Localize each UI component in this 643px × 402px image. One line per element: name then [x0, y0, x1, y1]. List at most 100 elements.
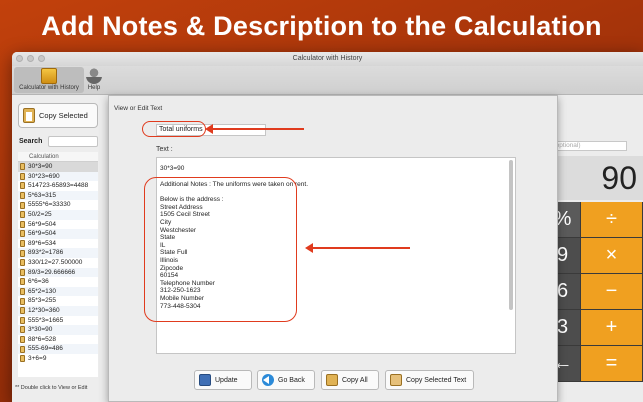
sheet-actions: Update Go Back Copy All Copy Selected Te… [109, 370, 559, 390]
key-plus[interactable]: + [581, 310, 643, 346]
history-row-label: 30*23=690 [28, 172, 60, 180]
clipboard-icon [20, 230, 25, 238]
clipboard-icon [23, 108, 35, 123]
window-controls [16, 55, 45, 62]
history-row-label: 5*63=315 [28, 191, 57, 199]
history-row[interactable]: 5*63=315 [18, 190, 98, 201]
history-row-label: 555-69=486 [28, 345, 63, 353]
zoom-window-button[interactable] [38, 55, 45, 62]
clipboard-icon [20, 211, 25, 219]
sheet-title: View or Edit Text [114, 105, 163, 112]
update-button[interactable]: Update [194, 370, 252, 390]
history-row[interactable]: 89*6=534 [18, 239, 98, 249]
history-row-label: 85*3=255 [28, 297, 57, 305]
history-row[interactable]: 3+6=9 [18, 354, 98, 364]
history-row[interactable]: 555-69=486 [18, 344, 98, 354]
history-row[interactable]: 514723-65893=4488 [18, 181, 98, 191]
history-row[interactable]: 85*3=255 [18, 296, 98, 306]
history-row[interactable]: 12*30=360 [18, 305, 98, 316]
clipboard-icon [20, 220, 25, 228]
history-row-label: 6*6=36 [28, 278, 49, 286]
search-label: Search [19, 138, 43, 145]
history-row[interactable]: 5555*6=33330 [18, 200, 98, 210]
key-minus[interactable]: − [581, 274, 643, 310]
close-window-button[interactable] [16, 55, 23, 62]
history-row-label: 555*3=1665 [28, 316, 64, 324]
back-arrow-icon [262, 374, 274, 386]
toolbar-help-label: Help [87, 85, 101, 91]
promo-headline: Add Notes & Description to the Calculati… [41, 11, 602, 41]
history-row-label: 89*6=534 [28, 239, 57, 247]
clipboard-icon [20, 249, 25, 257]
history-row[interactable]: 89/3=29.666666 [18, 267, 98, 278]
clipboard-icon [20, 192, 25, 200]
calculator-icon [41, 68, 57, 84]
clipboard-icon [20, 268, 25, 276]
history-column-header[interactable]: Calculation [18, 152, 98, 162]
history-row-label: 65*2=130 [28, 287, 57, 295]
clipboard-icon [20, 326, 25, 334]
keypad: % ÷ 9 × 6 − 3 + ← = [545, 202, 643, 382]
copy-all-button[interactable]: Copy All [321, 370, 379, 390]
title-bar: Calculator with History [12, 52, 643, 66]
go-back-label: Go Back [278, 376, 305, 384]
clipboard-icon [20, 297, 25, 305]
key-equals[interactable]: = [581, 346, 643, 382]
history-row-label: 330/12=27.500000 [28, 258, 83, 266]
clipboard-icon [20, 355, 25, 363]
toolbar-help-button[interactable]: Help [84, 67, 104, 91]
history-row-label: 5555*6=33330 [28, 201, 71, 209]
key-multiply[interactable]: × [581, 238, 643, 274]
copy-selected-text-button[interactable]: Copy Selected Text [385, 370, 474, 390]
copy-selected-button[interactable]: Copy Selected [18, 103, 98, 128]
window-title: Calculator with History [292, 55, 363, 62]
textarea-scrollbar[interactable] [509, 160, 513, 310]
history-row-label: 893*2=1786 [28, 249, 64, 257]
copy-all-label: Copy All [342, 376, 368, 384]
history-row[interactable]: 555*3=1665 [18, 316, 98, 326]
key-divide[interactable]: ÷ [581, 202, 643, 238]
floppy-disk-icon [199, 374, 211, 386]
search-input[interactable] [48, 136, 98, 147]
history-row-label: 3+6=9 [28, 354, 47, 362]
minimize-window-button[interactable] [27, 55, 34, 62]
history-row-label: 89/3=29.666666 [28, 268, 76, 276]
annotation-oval-notes [144, 177, 297, 322]
history-row[interactable]: 6*6=36 [18, 277, 98, 287]
copy-selected-label: Copy Selected [39, 111, 88, 120]
history-row[interactable]: 88*6=528 [18, 335, 98, 345]
clipboard-icon [20, 172, 25, 180]
text-label: Text : [156, 146, 173, 153]
clipboard-text-icon [390, 374, 402, 386]
history-row-label: 50/2=25 [28, 210, 52, 218]
history-row-label: 88*6=528 [28, 335, 57, 343]
history-row-label: 514723-65893=4488 [28, 182, 89, 190]
clipboard-icon [20, 345, 25, 353]
clipboard-icon [20, 288, 25, 296]
clipboard-icon [20, 335, 25, 343]
clipboard-icon [20, 201, 25, 209]
history-row[interactable]: 330/12=27.500000 [18, 258, 98, 268]
history-row[interactable]: 30*23=690 [18, 171, 98, 182]
history-row-label: 12*30=360 [28, 306, 60, 314]
history-row[interactable]: 3*30=90 [18, 325, 98, 335]
clipboard-icon [20, 182, 25, 190]
clipboard-icon [20, 307, 25, 315]
history-row[interactable]: 30*3=90 [18, 162, 98, 172]
history-row[interactable]: 65*2=130 [18, 286, 98, 297]
go-back-button[interactable]: Go Back [257, 370, 315, 390]
history-list[interactable]: 30*3=90 30*23=690 514723-65893=4488 5*63=31… [18, 162, 98, 377]
history-panel: Copy Selected Search Calculation 30*3=90… [12, 95, 98, 402]
app-window: Calculator with History Calculator with … [12, 52, 643, 402]
toolbar: Calculator with History Help [12, 66, 643, 95]
history-row[interactable]: 50/2=25 [18, 209, 98, 220]
history-row-label: 56*9=504 [28, 230, 57, 238]
toolbar-calculator-button[interactable]: Calculator with History [14, 67, 84, 93]
clipboard-icon [20, 240, 25, 248]
history-row[interactable]: 56*9=504 [18, 220, 98, 230]
history-row[interactable]: 56*9=504 [18, 229, 98, 239]
copy-selected-text-label: Copy Selected Text [406, 376, 467, 384]
history-row-label: 56*9=504 [28, 220, 57, 228]
history-row-label: 3*30=90 [28, 326, 53, 334]
history-row[interactable]: 893*2=1786 [18, 248, 98, 258]
